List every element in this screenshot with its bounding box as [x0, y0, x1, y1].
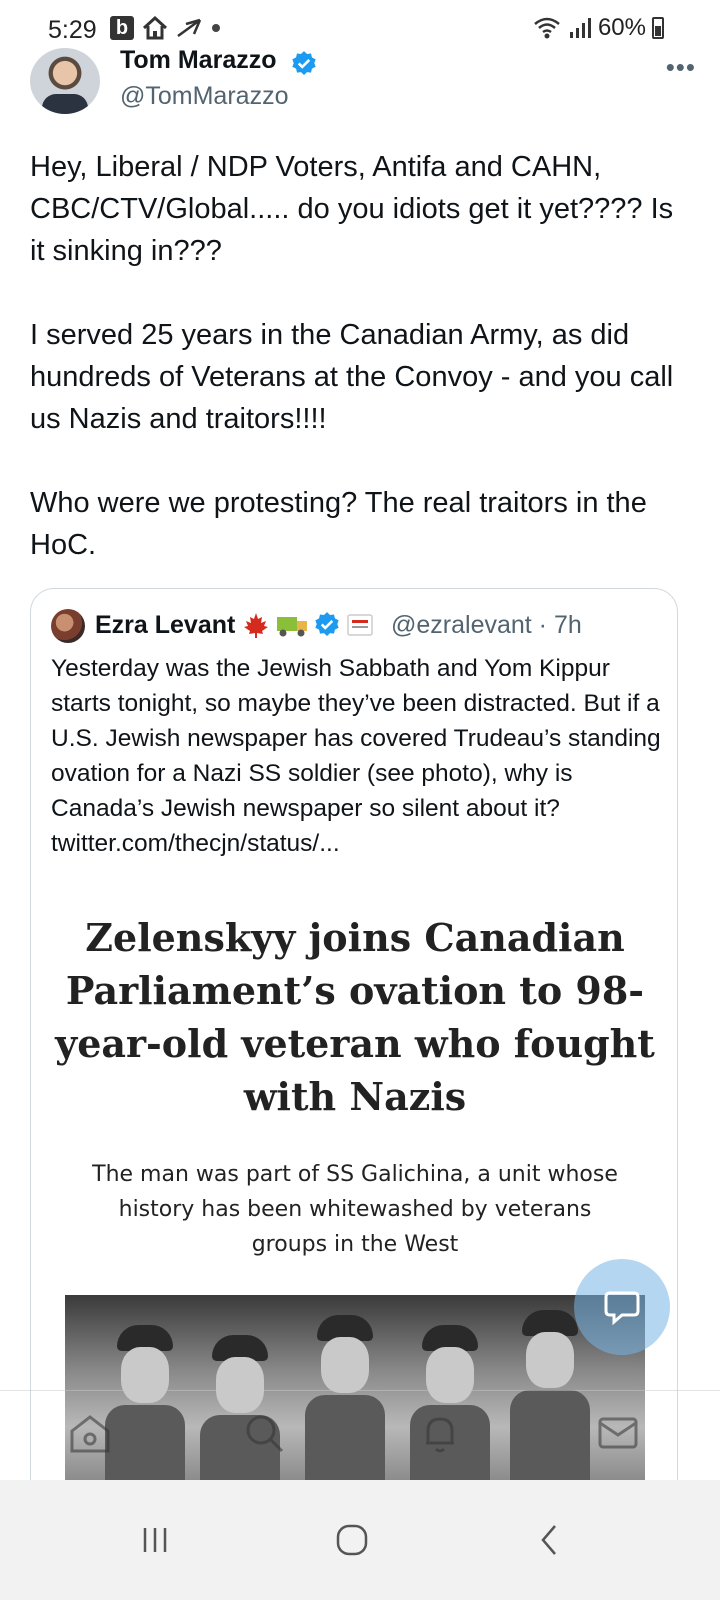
compose-bubble-icon [604, 1291, 640, 1326]
quote-author-badges [241, 611, 375, 639]
home-system-button[interactable] [322, 1510, 382, 1570]
article-headline: Zelenskyy joins Canadian Parliament’s ov… [55, 915, 655, 1119]
quote-tweet-card[interactable]: Ezra Levant @ezralevant · 7h Yesterday w… [30, 588, 678, 1518]
affiliate-badge-icon [347, 614, 373, 636]
status-time: 5:29 [48, 16, 97, 44]
tweet-text: Hey, Liberal / NDP Voters, Antifa and CA… [30, 146, 692, 608]
recent-apps-icon [143, 1528, 167, 1552]
wifi-icon [534, 17, 560, 39]
maple-leaf-icon [244, 613, 268, 638]
notifications-bell-icon[interactable] [418, 1411, 462, 1455]
back-chevron-icon [541, 1525, 556, 1555]
status-bar: 5:29 b 60% [0, 0, 720, 56]
author-name[interactable]: Tom Marazzo [120, 46, 277, 75]
home-circle-icon [336, 1524, 368, 1556]
article-subheadline: The man was part of SS Galichina, a unit… [92, 1162, 618, 1257]
tweet-paragraph-3: Who were we protesting? The real traitor… [30, 487, 647, 561]
status-left-icons: b [110, 16, 220, 40]
send-icon [177, 18, 202, 38]
quote-text: Yesterday was the Jewish Sabbath and Yom… [51, 655, 661, 857]
author-avatar[interactable] [30, 48, 100, 114]
b-app-icon: b [110, 16, 134, 40]
home-icon [142, 16, 168, 40]
author-handle[interactable]: @TomMarazzo [120, 82, 288, 111]
compose-button[interactable] [574, 1259, 670, 1355]
search-icon[interactable] [242, 1411, 286, 1455]
tweet-paragraph-1: Hey, Liberal / NDP Voters, Antifa and CA… [30, 151, 674, 267]
bottom-navigation [0, 1390, 720, 1480]
verified-badge-icon [315, 612, 339, 636]
quote-handle-and-time: @ezralevant · 7h [391, 611, 582, 639]
signal-icon [569, 18, 591, 38]
more-options-button[interactable]: ••• [666, 52, 696, 83]
system-navigation-bar [0, 1480, 720, 1600]
battery-icon [652, 17, 664, 39]
status-right-icons: 60% [532, 14, 664, 42]
recent-apps-button[interactable] [125, 1510, 185, 1570]
messages-mail-icon[interactable] [596, 1411, 640, 1455]
truck-icon [277, 617, 307, 637]
home-icon[interactable] [68, 1411, 112, 1455]
tweet-paragraph-2: I served 25 years in the Canadian Army, … [30, 319, 674, 435]
quote-author-avatar [51, 609, 85, 643]
verified-badge-icon [292, 51, 316, 75]
quote-author-name: Ezra Levant [95, 611, 236, 639]
notification-dot [212, 24, 220, 32]
battery-percent: 60% [597, 14, 646, 41]
back-button[interactable] [520, 1510, 580, 1570]
